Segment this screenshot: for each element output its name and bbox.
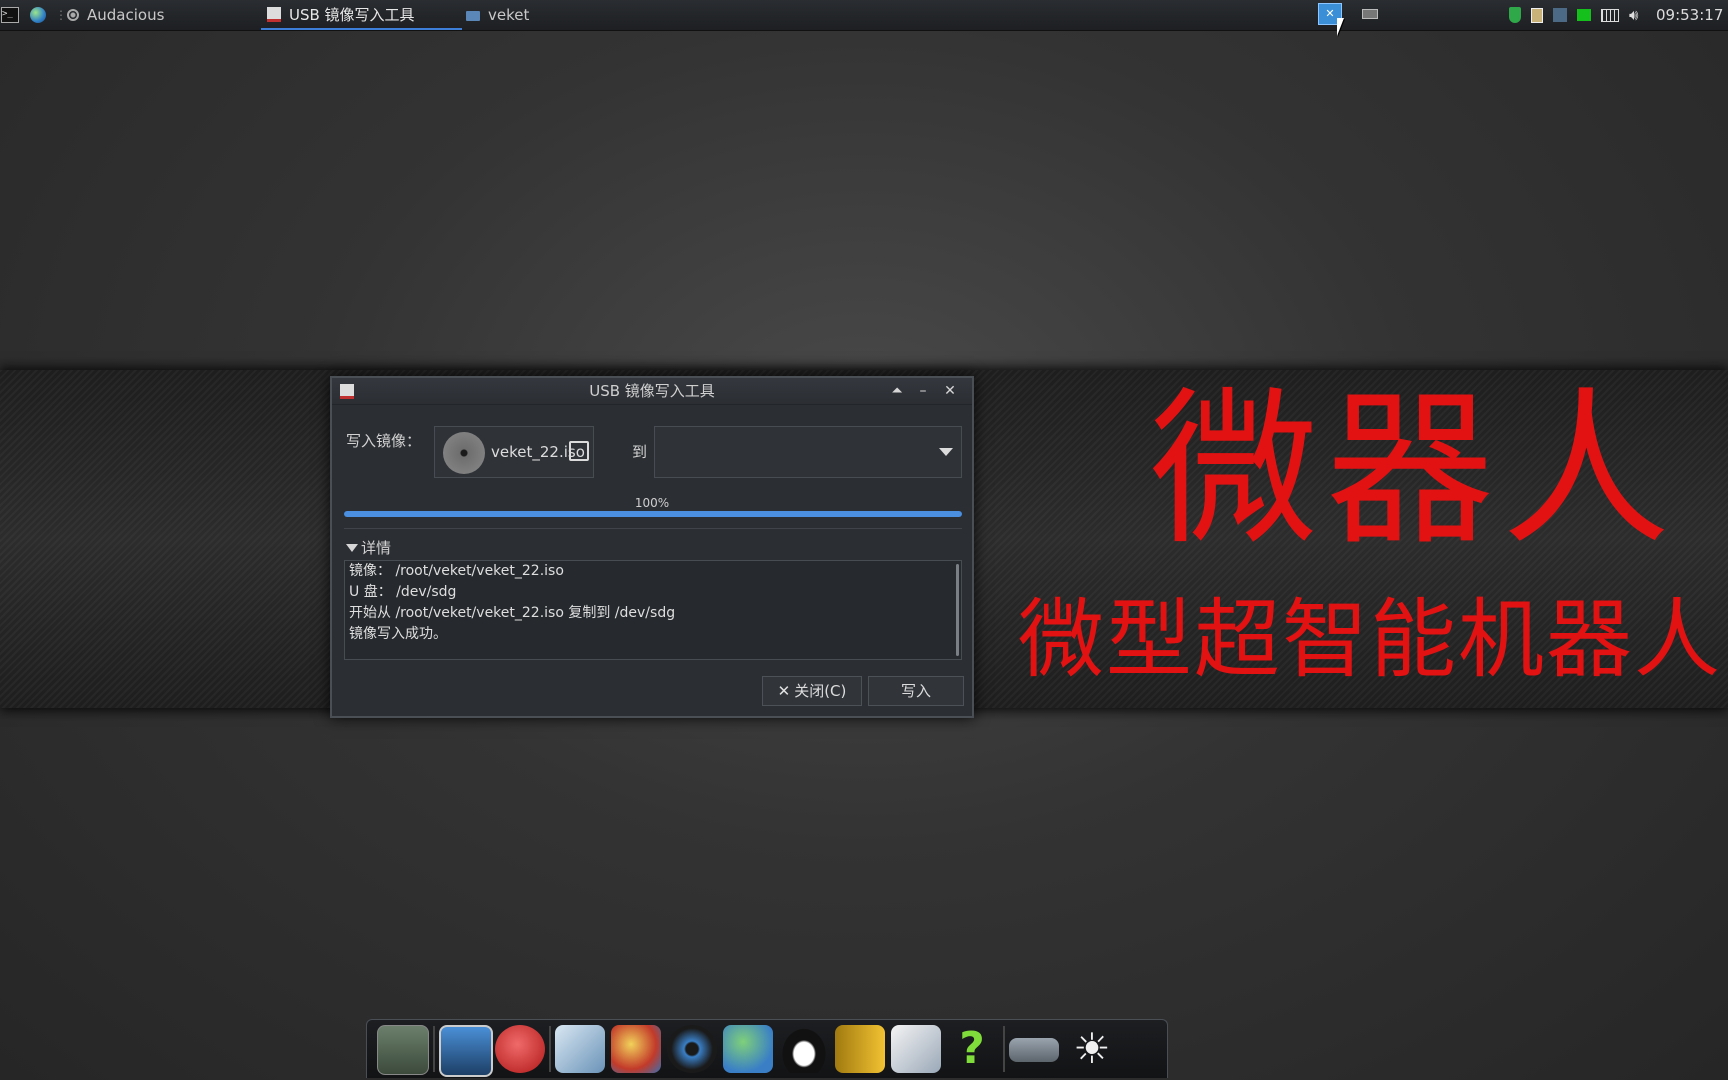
media-player-icon[interactable] (667, 1025, 717, 1073)
browser-globe-icon (30, 7, 46, 23)
desktop-switcher-2[interactable] (1362, 9, 1378, 19)
log-view[interactable]: 镜像： /root/veket/veket_22.iso U 盘： /dev/s… (344, 560, 962, 660)
editor-icon[interactable] (555, 1025, 605, 1073)
expander-triangle-icon (346, 544, 358, 552)
open-file-icon[interactable] (569, 441, 589, 461)
close-button[interactable]: ✕ 关闭(C) (762, 676, 862, 706)
minimize-button[interactable]: – (912, 380, 934, 402)
log-line: 镜像写入成功。 (349, 626, 447, 642)
wallpaper-subtitle: 微型超智能机器人 (1018, 590, 1722, 690)
mouse-cursor (1337, 18, 1344, 36)
top-panel: >_ ⋮ Audacious USB 镜像写入工具 veket ✕ 🔊︎ 09:… (0, 0, 1728, 31)
terminal-icon: >_ (1, 7, 19, 23)
dock-separator (433, 1026, 435, 1072)
help-icon[interactable]: ? (947, 1025, 997, 1073)
dock-separator (549, 1026, 551, 1072)
audacious-icon (67, 9, 79, 21)
progress-fill (344, 511, 962, 517)
pet-icon[interactable] (495, 1025, 545, 1073)
battery-icon[interactable] (1577, 9, 1591, 21)
dialog-titlebar[interactable]: USB 镜像写入工具 ⏶ – ✕ (332, 378, 972, 405)
target-device-select[interactable] (654, 426, 962, 478)
dialog-title: USB 镜像写入工具 (589, 382, 715, 400)
drive-icon[interactable] (1009, 1038, 1059, 1062)
details-expander[interactable]: 详情 (346, 538, 391, 558)
taskbar-item-usb-writer[interactable]: USB 镜像写入工具 (261, 0, 462, 30)
usb-writer-app-icon (267, 6, 281, 22)
write-button-label: 写入 (900, 682, 931, 700)
log-line: 开始从 /root/veket/veket_22.iso 复制到 /dev/sd… (349, 605, 676, 621)
task-label: veket (488, 6, 530, 24)
keyboard-icon[interactable] (1601, 8, 1619, 22)
computer-icon[interactable] (439, 1025, 493, 1077)
users-icon[interactable] (723, 1025, 773, 1073)
close-window-button[interactable]: ✕ (939, 380, 961, 402)
wallpaper-title: 微器人 (1150, 372, 1678, 568)
log-line: 镜像： /root/veket/veket_22.iso (349, 563, 564, 579)
close-button-label: 关闭(C) (794, 682, 847, 700)
system-tray: 🔊︎ (1506, 0, 1641, 30)
clock[interactable]: 09:53:17 (1656, 0, 1723, 30)
taskbar-item-veket[interactable]: veket (460, 0, 650, 30)
browser-launcher[interactable] (30, 0, 46, 30)
to-label: 到 (632, 443, 648, 461)
details-label: 详情 (361, 539, 392, 557)
office-icon[interactable] (891, 1025, 941, 1073)
dock-separator (1003, 1026, 1005, 1072)
disc-icon (443, 432, 485, 474)
progress-text: 100% (634, 496, 670, 510)
qq-penguin-icon[interactable] (779, 1025, 829, 1073)
usb-writer-dialog: USB 镜像写入工具 ⏶ – ✕ 写入镜像： veket_22.iso 到 10… (330, 376, 974, 718)
desktop-icon[interactable] (377, 1025, 429, 1075)
shield-icon[interactable] (1509, 7, 1521, 23)
terminal-launcher[interactable]: >_ (1, 0, 19, 30)
brightness-icon[interactable]: ☀ (1067, 1025, 1117, 1073)
image-file-chooser[interactable]: veket_22.iso (434, 426, 594, 478)
task-label: USB 镜像写入工具 (289, 5, 415, 24)
scrollbar[interactable] (956, 564, 959, 656)
shade-button[interactable]: ⏶ (886, 380, 908, 402)
taskbar-item-audacious[interactable]: Audacious (61, 0, 251, 30)
clipboard-icon[interactable] (1531, 7, 1543, 23)
task-label: Audacious (87, 6, 165, 24)
write-image-label: 写入镜像： (346, 432, 422, 450)
log-line: U 盘： /dev/sdg (349, 584, 457, 600)
volume-icon[interactable]: 🔊︎ (1629, 6, 1638, 24)
network-icon[interactable] (1553, 8, 1567, 22)
folder-icon (466, 11, 480, 21)
paint-icon[interactable] (611, 1025, 661, 1073)
divider (344, 528, 962, 529)
close-icon: ✕ (777, 682, 791, 700)
progress-bar (344, 511, 962, 517)
write-button[interactable]: 写入 (868, 676, 964, 706)
dock: ? ☀ (366, 1019, 1168, 1078)
chevron-down-icon (939, 448, 953, 456)
notes-icon[interactable] (835, 1025, 885, 1073)
